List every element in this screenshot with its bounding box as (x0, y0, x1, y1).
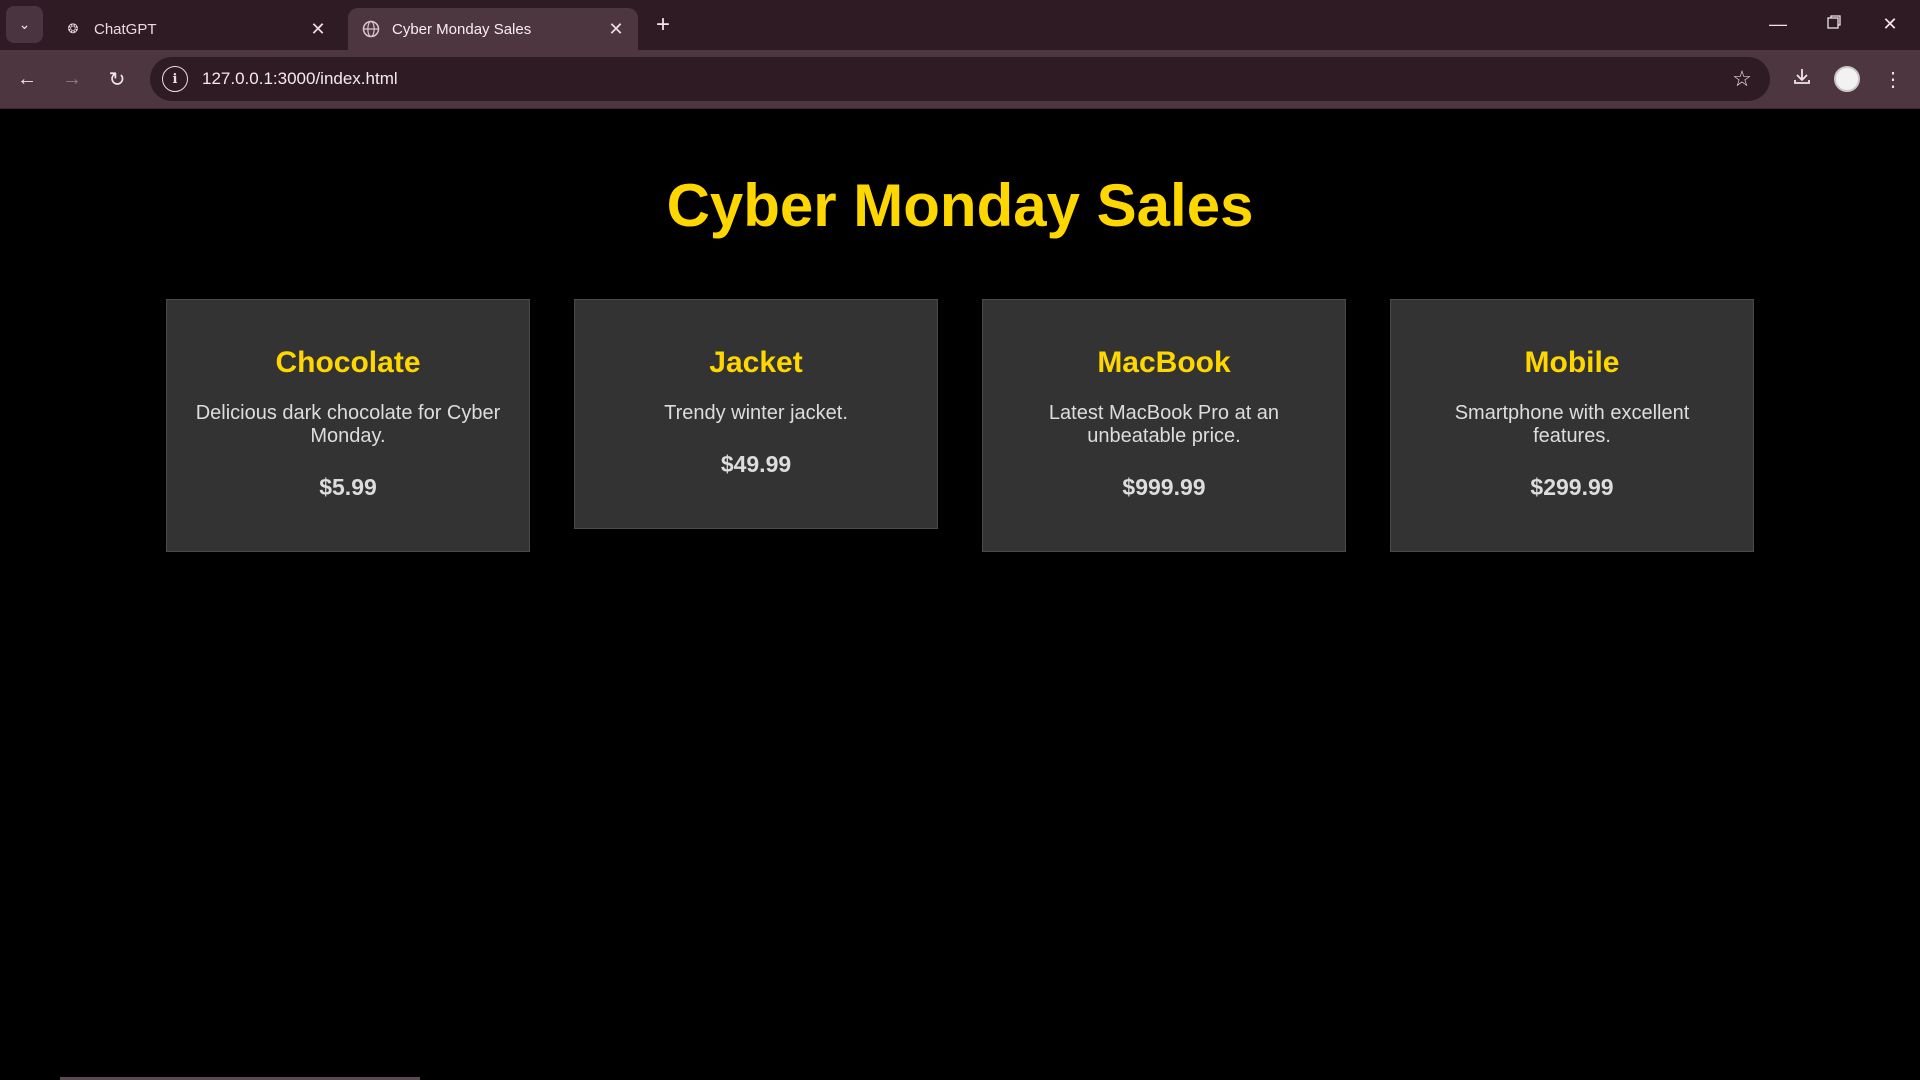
tab-search-button[interactable]: ⌄ (6, 6, 43, 43)
browser-toolbar: ← → ↻ i 127.0.0.1:3000/index.html ☆ ⋮ (0, 50, 1920, 108)
downloads-button[interactable] (1784, 61, 1820, 97)
product-card-mobile: Mobile Smartphone with excellent feature… (1390, 299, 1754, 552)
product-price: $5.99 (319, 474, 377, 500)
browser-titlebar: ⌄ ❂ ChatGPT ✕ Cyber Monday Sales ✕ + — ✕ (0, 0, 1920, 50)
restore-button[interactable] (1806, 0, 1862, 48)
new-tab-button[interactable]: + (648, 10, 678, 40)
product-list: Chocolate Delicious dark chocolate for C… (166, 299, 1754, 552)
more-vertical-icon: ⋮ (1883, 68, 1903, 91)
product-card-jacket: Jacket Trendy winter jacket. $49.99 (574, 299, 938, 529)
page-content: Cyber Monday Sales Chocolate Delicious d… (0, 109, 1920, 1080)
avatar (1834, 66, 1860, 92)
product-card-chocolate: Chocolate Delicious dark chocolate for C… (166, 299, 530, 552)
product-name: Jacket (709, 346, 803, 379)
product-name: MacBook (1097, 346, 1231, 379)
product-price: $299.99 (1530, 474, 1614, 500)
product-description: Trendy winter jacket. (664, 402, 848, 424)
bookmark-star-icon[interactable]: ☆ (1724, 61, 1760, 97)
arrow-right-icon: → (62, 67, 82, 90)
product-price: $49.99 (720, 451, 792, 477)
site-info-icon[interactable]: i (162, 66, 188, 92)
globe-icon (362, 20, 380, 38)
product-description: Delicious dark chocolate for Cyber Monda… (195, 402, 501, 447)
reload-button[interactable]: ↻ (99, 61, 135, 97)
minimize-button[interactable]: — (1750, 0, 1806, 48)
product-name: Chocolate (275, 346, 421, 379)
close-icon[interactable]: ✕ (602, 15, 630, 43)
product-card-macbook: MacBook Latest MacBook Pro at an unbeata… (982, 299, 1346, 552)
close-icon: ✕ (1882, 13, 1898, 34)
chevron-down-icon: ⌄ (18, 16, 31, 32)
download-icon (1792, 66, 1812, 92)
url-text[interactable]: 127.0.0.1:3000/index.html (202, 69, 1724, 89)
profile-button[interactable] (1829, 61, 1865, 97)
close-icon[interactable]: ✕ (304, 15, 332, 43)
product-name: Mobile (1524, 346, 1620, 379)
forward-button[interactable]: → (54, 61, 90, 97)
minimize-icon: — (1769, 13, 1787, 34)
tab-cyber-monday-sales[interactable]: Cyber Monday Sales ✕ (348, 8, 638, 50)
tab-title: Cyber Monday Sales (392, 20, 532, 38)
product-description: Smartphone with excellent features. (1454, 402, 1690, 447)
arrow-left-icon: ← (17, 67, 37, 90)
tab-title: ChatGPT (94, 20, 157, 38)
plus-icon: + (655, 11, 670, 38)
menu-button[interactable]: ⋮ (1875, 61, 1911, 97)
product-price: $999.99 (1122, 474, 1206, 500)
product-description: Latest MacBook Pro at an unbeatable pric… (1048, 402, 1280, 447)
chatgpt-icon: ❂ (67, 21, 79, 36)
close-window-button[interactable]: ✕ (1862, 0, 1918, 48)
back-button[interactable]: ← (9, 61, 45, 97)
restore-icon (1826, 14, 1842, 35)
tab-chatgpt[interactable]: ❂ ChatGPT ✕ (50, 8, 340, 50)
page-title: Cyber Monday Sales (666, 172, 1254, 239)
address-bar[interactable]: i 127.0.0.1:3000/index.html ☆ (150, 57, 1770, 101)
reload-icon: ↻ (108, 68, 126, 91)
